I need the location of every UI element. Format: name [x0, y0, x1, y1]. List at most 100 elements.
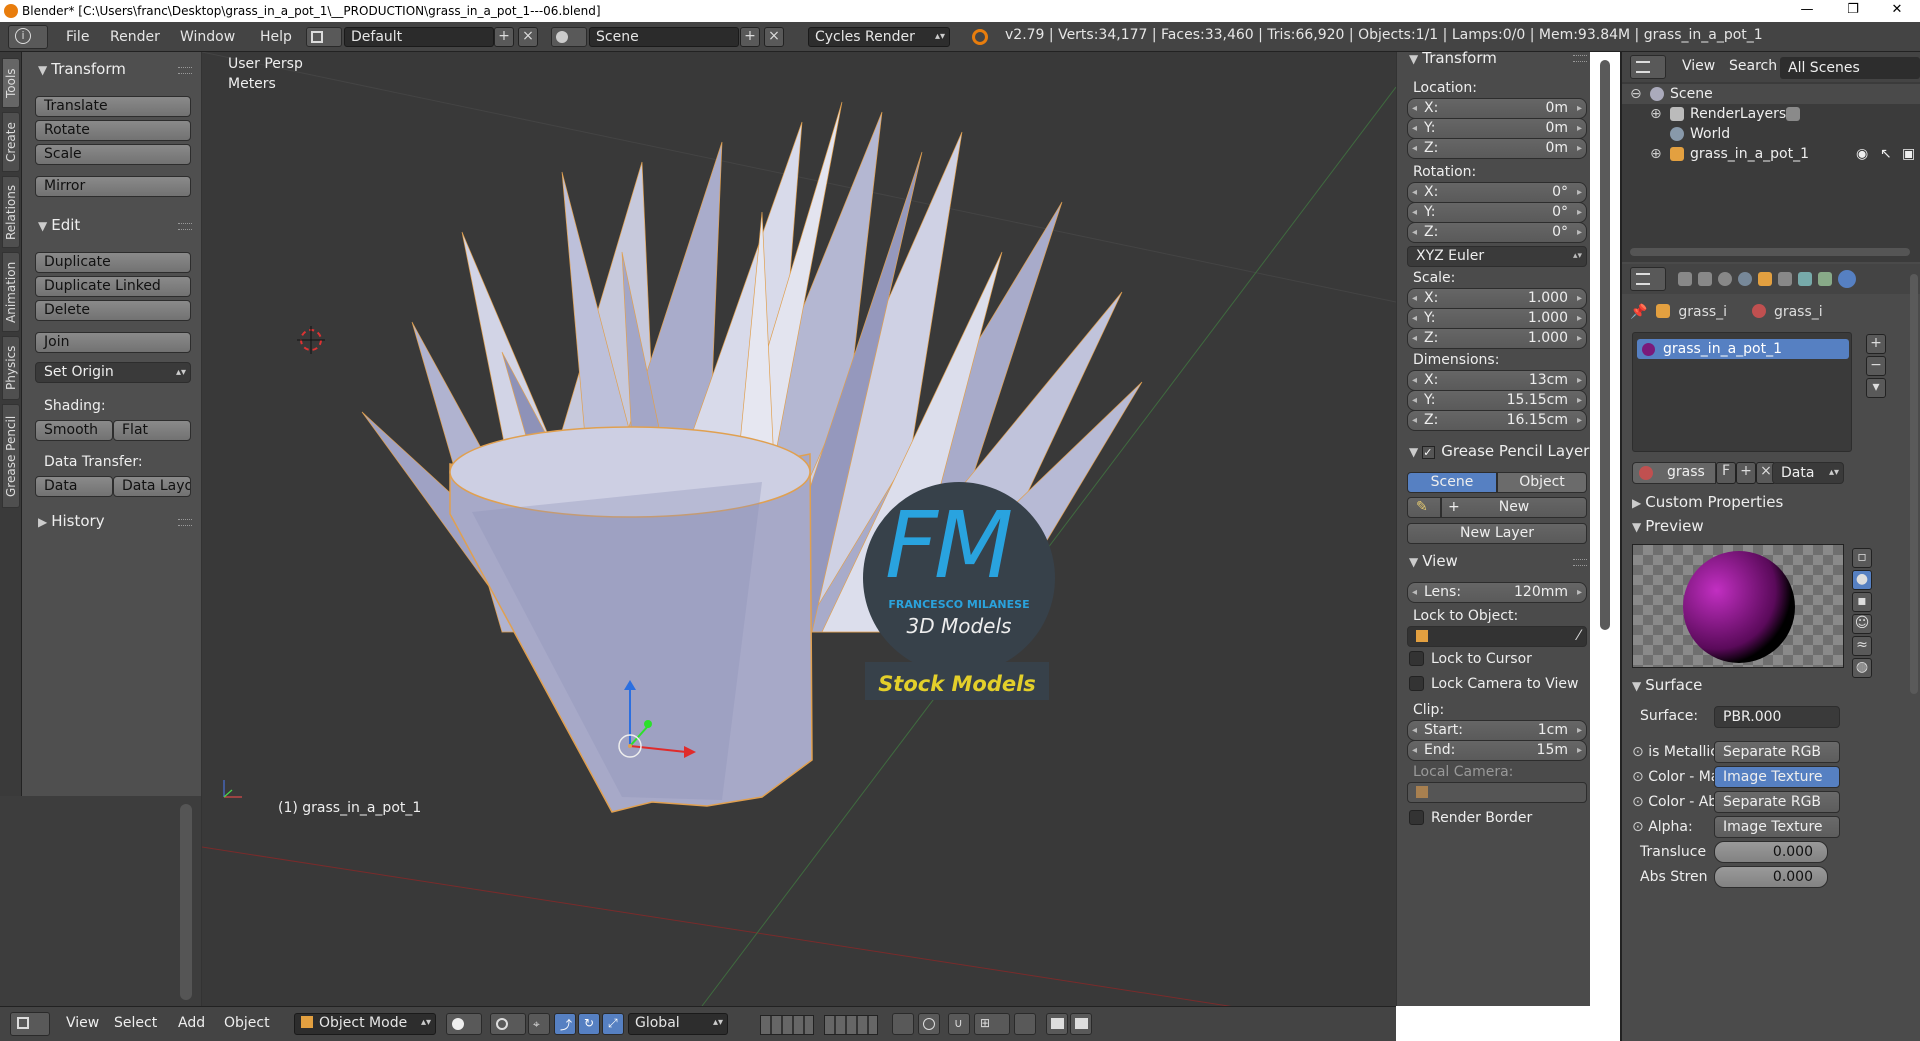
outliner-row-object[interactable]: ⊕ grass_in_a_pot_1 ◉ ↖ ▣	[1622, 144, 1920, 164]
preview-monkey-button[interactable]: ☺	[1852, 614, 1872, 634]
local-camera-field[interactable]	[1407, 782, 1587, 803]
close-button[interactable]: ✕	[1874, 0, 1920, 22]
preview-sphere-button[interactable]: ●	[1852, 570, 1872, 590]
opengl-animation-button[interactable]	[1070, 1013, 1092, 1035]
outliner-view-menu[interactable]: View	[1682, 58, 1715, 74]
material-link-dropdown[interactable]: Data ▴▾	[1772, 462, 1844, 484]
dimension-x-field[interactable]: ◂ X: 13cm ▸	[1407, 370, 1587, 391]
mirror-button[interactable]: Mirror	[35, 176, 191, 197]
gp-new-layer-button[interactable]: New Layer	[1407, 523, 1587, 544]
transform-orientation-select[interactable]: Global ▴▾	[628, 1013, 728, 1035]
gp-scene-toggle[interactable]: Scene	[1407, 472, 1497, 493]
menu-view[interactable]: View	[66, 1015, 99, 1031]
preview-flat-button[interactable]: ▫	[1852, 548, 1872, 568]
rotation-mode-dropdown[interactable]: XYZ Euler ▴▾	[1407, 246, 1587, 267]
n-transform-header[interactable]: ▼ Transform	[1409, 49, 1497, 67]
lock-object-field[interactable]: ⁄	[1407, 626, 1587, 647]
dimension-y-field[interactable]: ◂ Y: 15.15cm ▸	[1407, 390, 1587, 411]
lens-field[interactable]: ◂ Lens: 120mm ▸	[1407, 582, 1587, 603]
minimize-button[interactable]: —	[1784, 0, 1830, 22]
editor-type-button[interactable]	[10, 1012, 50, 1036]
data-transfer-button[interactable]: Data	[35, 476, 113, 497]
render-engine-select[interactable]: Cycles Render ▴▾	[808, 27, 950, 47]
preview-cube-button[interactable]: ▪	[1852, 592, 1872, 612]
render-camera-icon[interactable]: ▣	[1902, 144, 1915, 164]
menu-object[interactable]: Object	[224, 1015, 270, 1031]
preview-header[interactable]: ▼ Preview	[1632, 517, 1704, 535]
location-z-field[interactable]: ◂ Z: 0m ▸	[1407, 138, 1587, 159]
viewport-shading-select[interactable]	[446, 1013, 482, 1035]
add-material-slot-button[interactable]: +	[1866, 334, 1886, 354]
color-ab-input[interactable]: Separate RGB	[1714, 791, 1840, 813]
visibility-eye-icon[interactable]: ◉	[1856, 144, 1868, 164]
outliner-scrollbar[interactable]	[1630, 248, 1910, 256]
panel-grip-icon[interactable]	[178, 519, 192, 526]
snap-target-button[interactable]	[1014, 1013, 1036, 1035]
3d-viewport[interactable]: User Persp Meters (1) grass_in_a_pot_1 F…	[202, 52, 1396, 1006]
maximize-button[interactable]: ❐	[1830, 0, 1876, 22]
duplicate-button[interactable]: Duplicate	[35, 252, 191, 273]
material-tab-icon[interactable]	[1838, 270, 1856, 288]
add-scene-button[interactable]: +	[740, 27, 760, 47]
set-origin-dropdown[interactable]: Set Origin ▴▾	[35, 362, 191, 383]
abs-stren-slider[interactable]: 0.000	[1714, 866, 1828, 888]
layout-name-field[interactable]: Default	[344, 27, 494, 47]
duplicate-linked-button[interactable]: Duplicate Linked	[35, 276, 191, 297]
tab-animation[interactable]: Animation	[2, 252, 20, 332]
scale-manipulator-button[interactable]: ⤢	[602, 1013, 624, 1035]
layer-lock-button[interactable]	[892, 1013, 914, 1035]
rotate-manipulator-button[interactable]: ↻	[578, 1013, 600, 1035]
menu-help[interactable]: Help	[254, 27, 298, 47]
scale-button[interactable]: Scale	[35, 144, 191, 165]
menu-select[interactable]: Select	[114, 1015, 157, 1031]
lock-camera-checkbox[interactable]	[1409, 676, 1424, 691]
scene-layers-grid-1[interactable]	[760, 1015, 814, 1035]
scene-tab-icon[interactable]	[1718, 272, 1732, 286]
object-tab-icon[interactable]	[1758, 272, 1772, 286]
outliner-display-filter[interactable]: All Scenes	[1780, 57, 1920, 79]
opengl-render-button[interactable]	[1046, 1013, 1068, 1035]
pin-icon[interactable]: 📌	[1630, 304, 1647, 320]
selectable-cursor-icon[interactable]: ↖	[1880, 144, 1892, 164]
color-ma-input[interactable]: Image Texture	[1714, 766, 1840, 788]
menu-window[interactable]: Window	[174, 27, 241, 47]
menu-file[interactable]: File	[60, 27, 95, 47]
gp-object-toggle[interactable]: Object	[1497, 472, 1587, 493]
dimension-z-field[interactable]: ◂ Z: 16.15cm ▸	[1407, 410, 1587, 431]
constraints-tab-icon[interactable]	[1778, 272, 1792, 286]
remove-layout-button[interactable]: ×	[518, 27, 538, 47]
is-metallic-input[interactable]: Separate RGB	[1714, 741, 1840, 763]
mode-select[interactable]: Object Mode ▴▾	[294, 1013, 436, 1035]
grease-pencil-layer-header[interactable]: ▼ ✓ Grease Pencil Layer	[1409, 442, 1589, 460]
smooth-button[interactable]: Smooth	[35, 420, 113, 441]
manipulator-toggle[interactable]: ⌖	[528, 1013, 550, 1035]
translate-manipulator-button[interactable]: ⤴	[554, 1013, 576, 1035]
snap-button[interactable]: ∪	[948, 1013, 970, 1035]
scene-layers-grid-2[interactable]	[824, 1015, 878, 1035]
tab-create[interactable]: Create	[2, 112, 20, 172]
rotation-x-field[interactable]: ◂ X: 0° ▸	[1407, 182, 1587, 203]
tab-grease-pencil[interactable]: Grease Pencil	[2, 404, 20, 508]
snap-element-select[interactable]: ⊞	[974, 1013, 1010, 1035]
scale-y-field[interactable]: ◂ Y: 1.000 ▸	[1407, 308, 1587, 329]
expand-icon[interactable]: ⊕	[1650, 144, 1662, 164]
panel-grip-icon[interactable]	[178, 67, 192, 74]
rotation-z-field[interactable]: ◂ Z: 0° ▸	[1407, 222, 1587, 243]
grease-pencil-checkbox[interactable]: ✓	[1422, 446, 1436, 459]
outliner-search-menu[interactable]: Search	[1729, 58, 1777, 74]
lock-to-cursor-checkbox[interactable]	[1409, 651, 1424, 666]
material-specials-button[interactable]: ▾	[1866, 378, 1886, 398]
outliner-row-world[interactable]: World	[1622, 124, 1920, 144]
panel-grip-icon[interactable]	[1573, 559, 1587, 566]
material-slot-list[interactable]: grass_in_a_pot_1	[1632, 332, 1852, 452]
expand-icon[interactable]: ⊕	[1650, 104, 1662, 124]
surface-header[interactable]: ▼ Surface	[1632, 676, 1702, 694]
data-tab-icon[interactable]	[1818, 272, 1832, 286]
scene-browse-button[interactable]	[551, 27, 587, 47]
remove-material-slot-button[interactable]: −	[1866, 356, 1886, 376]
layers-tab-icon[interactable]	[1698, 272, 1712, 286]
tab-relations[interactable]: Relations	[2, 176, 20, 248]
translate-button[interactable]: Translate	[35, 96, 191, 117]
transluce-slider[interactable]: 0.000	[1714, 841, 1828, 863]
add-layout-button[interactable]: +	[494, 27, 514, 47]
